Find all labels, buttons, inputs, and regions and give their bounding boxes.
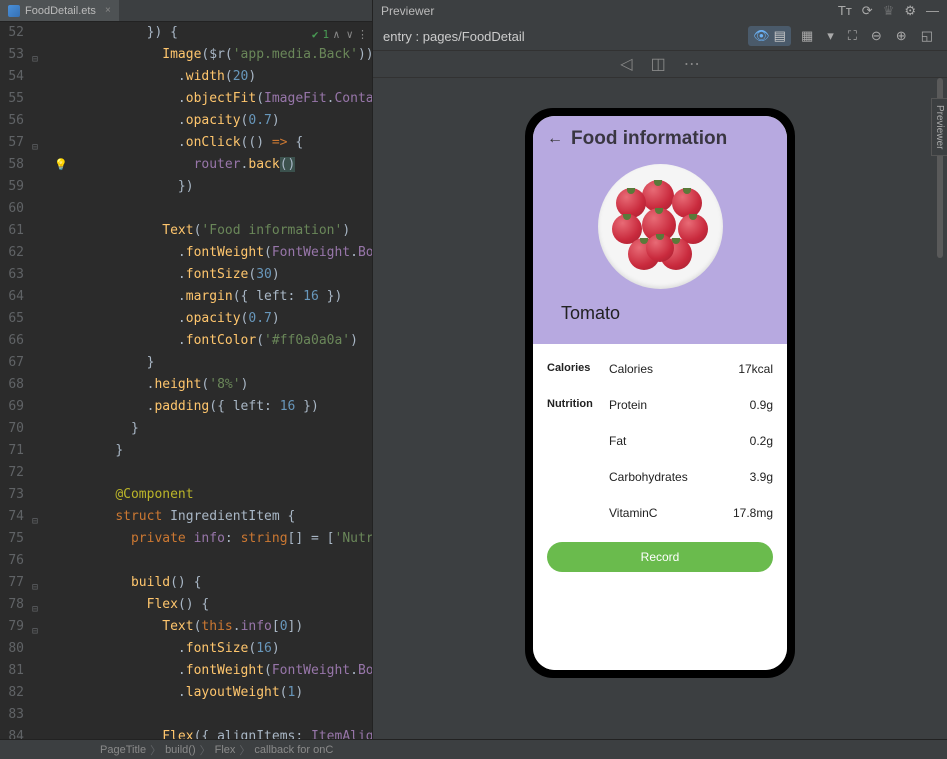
entry-path: entry : pages/FoodDetail: [383, 29, 525, 44]
device-canvas: Previewer ← Food information: [373, 78, 947, 739]
previewer-pane: Previewer Tᴛ ⟳ ♛ ⚙ — entry : pages/FoodD…: [372, 0, 947, 739]
row-label: [547, 506, 609, 520]
row-key: Fat: [609, 434, 723, 448]
editor-tab-bar: FoodDetail.ets ×: [0, 0, 372, 22]
row-label: Calories: [547, 362, 609, 376]
nutrition-row: Carbohydrates3.9g: [547, 470, 773, 484]
back-arrow-icon[interactable]: ←: [547, 130, 563, 148]
zoom-out-icon[interactable]: ⊖: [867, 26, 886, 46]
row-label: [547, 470, 609, 484]
expand-icon[interactable]: ⛶: [844, 26, 861, 46]
previewer-side-tab[interactable]: Previewer: [931, 98, 947, 156]
page-title: Food information: [571, 128, 727, 150]
nutrition-row: Fat0.2g: [547, 434, 773, 448]
preview-scrollbar[interactable]: [937, 78, 943, 739]
code-editor-pane: FoodDetail.ets × ✔1 ∧ ∨ ⋮ 52535455565758…: [0, 0, 372, 739]
device-screen[interactable]: ← Food information: [533, 116, 787, 670]
editor-body[interactable]: ✔1 ∧ ∨ ⋮ 5253545556575859606162636465666…: [0, 22, 372, 739]
nav-split-icon[interactable]: ◫: [651, 54, 666, 74]
rotate-icon[interactable]: ◱: [917, 26, 937, 46]
trophy-icon[interactable]: ♛: [883, 3, 895, 19]
row-value: 0.2g: [723, 434, 773, 448]
record-button[interactable]: Record: [547, 542, 773, 572]
refresh-icon[interactable]: ⟳: [862, 3, 873, 19]
row-key: VitaminC: [609, 506, 723, 520]
breadcrumb[interactable]: PageTitle〉build()〉Flex〉callback for onC: [0, 739, 947, 759]
app-header: ← Food information: [533, 116, 787, 344]
eye-icon: 👁: [753, 28, 770, 44]
row-value: 3.9g: [723, 470, 773, 484]
food-name: Tomato: [547, 297, 773, 334]
row-key: Carbohydrates: [609, 470, 723, 484]
previewer-titlebar: Previewer Tᴛ ⟳ ♛ ⚙ —: [373, 0, 947, 22]
previewer-entry-bar: entry : pages/FoodDetail 👁 ▤ ▦ ▾ ⛶ ⊖ ⊕ ◱: [373, 22, 947, 50]
row-label: Nutrition: [547, 398, 609, 412]
ets-file-icon: [8, 5, 20, 17]
food-image: [547, 150, 773, 297]
nutrition-panel: CaloriesCalories17kcalNutritionProtein0.…: [533, 344, 787, 670]
chevron-down-icon[interactable]: ▾: [823, 26, 838, 46]
row-value: 17.8mg: [723, 506, 773, 520]
layers-icon: ▤: [774, 28, 786, 44]
nav-back-icon[interactable]: ◁: [620, 54, 632, 74]
row-key: Calories: [609, 362, 723, 376]
row-value: 17kcal: [723, 362, 773, 376]
font-icon[interactable]: Tᴛ: [838, 3, 852, 19]
device-frame: ← Food information: [525, 108, 795, 678]
nav-more-icon[interactable]: ⋯: [684, 54, 700, 74]
close-icon[interactable]: ×: [105, 5, 111, 16]
editor-tab[interactable]: FoodDetail.ets ×: [0, 0, 119, 21]
tab-filename: FoodDetail.ets: [25, 5, 96, 17]
grid-icon[interactable]: ▦: [797, 26, 817, 46]
row-label: [547, 434, 609, 448]
gear-icon[interactable]: ⚙: [904, 3, 916, 19]
previewer-navbar: ◁ ◫ ⋯: [373, 50, 947, 78]
row-value: 0.9g: [723, 398, 773, 412]
code-content[interactable]: }) { Image($r('app.media.Back')) .width(…: [44, 22, 372, 739]
line-gutter[interactable]: 5253545556575859606162636465666768697071…: [0, 22, 30, 739]
zoom-in-icon[interactable]: ⊕: [892, 26, 911, 46]
previewer-title: Previewer: [381, 4, 434, 18]
fold-gutter[interactable]: ⊟⊟⊟⊟⊟⊟: [30, 22, 44, 739]
inspector-toggle[interactable]: 👁 ▤: [748, 26, 791, 46]
nutrition-row: CaloriesCalories17kcal: [547, 362, 773, 376]
nutrition-row: NutritionProtein0.9g: [547, 398, 773, 412]
row-key: Protein: [609, 398, 723, 412]
minimize-icon[interactable]: —: [926, 3, 939, 19]
nutrition-row: VitaminC17.8mg: [547, 506, 773, 520]
